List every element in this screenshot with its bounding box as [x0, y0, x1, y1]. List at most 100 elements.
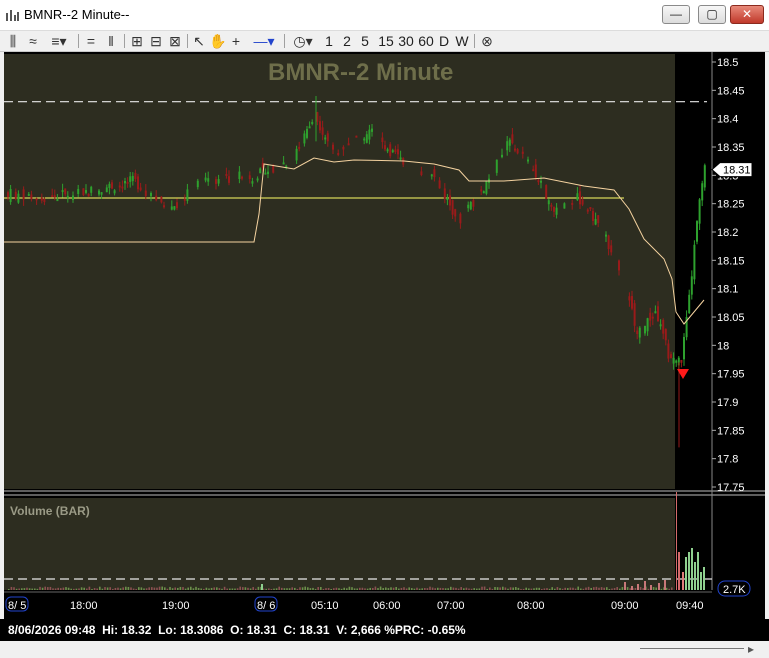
drawing-tools-icon[interactable]: ≡▾: [46, 32, 72, 50]
zoom-fit-icon[interactable]: ⊠: [167, 32, 183, 50]
volume-bar: [294, 587, 296, 590]
candle-body: [667, 343, 670, 359]
horizontal-line-icon[interactable]: =: [84, 32, 98, 50]
candle-body: [550, 204, 553, 207]
bar-style-icon[interactable]: ⫼: [6, 32, 20, 50]
volume-bar: [197, 588, 200, 590]
volume-bar: [151, 587, 153, 590]
candle-body: [589, 207, 592, 210]
volume-bar: [619, 588, 621, 590]
candle-body: [594, 218, 597, 225]
pointer-icon[interactable]: ↖: [192, 32, 206, 50]
volume-bar: [75, 588, 78, 590]
volume-bar: [145, 588, 148, 590]
volume-bar: [703, 567, 705, 590]
price-tick-label: 18.35: [717, 142, 745, 154]
close-button[interactable]: ✕: [730, 5, 764, 24]
candle-body: [631, 296, 633, 309]
volume-bar: [554, 588, 556, 590]
horizontal-scrollbar[interactable]: ▸: [0, 641, 769, 658]
candle-body: [319, 121, 321, 131]
volume-bar: [208, 588, 210, 590]
candle-body: [389, 144, 392, 157]
crosshair-icon[interactable]: +: [229, 32, 243, 50]
volume-bar: [688, 552, 690, 590]
period-30-button[interactable]: 30: [397, 32, 415, 50]
period-weekly-button[interactable]: W: [455, 32, 469, 50]
zoom-out-icon[interactable]: ⊟: [148, 32, 164, 50]
candle-body: [98, 190, 100, 195]
period-daily-button[interactable]: D: [437, 32, 451, 50]
vertical-line-icon[interactable]: ‖: [104, 32, 118, 50]
maximize-button[interactable]: ▢: [698, 5, 726, 24]
price-tick-label: 17.9: [717, 397, 738, 409]
volume-bar: [593, 587, 595, 590]
candle-body: [259, 168, 262, 174]
candle-body: [228, 176, 230, 183]
period-1-button[interactable]: 1: [323, 32, 335, 50]
candle-body: [77, 188, 80, 195]
volume-bar: [296, 588, 299, 590]
price-tick-label: 17.8: [717, 454, 738, 466]
bar-chart-icon: [6, 10, 19, 21]
chart-title: BMNR--2 Minute: [268, 59, 453, 86]
volume-bar: [452, 587, 455, 590]
volume-bar: [416, 587, 418, 590]
zoom-in-icon[interactable]: ⊞: [129, 32, 145, 50]
cancel-icon[interactable]: ⊗: [479, 32, 495, 50]
volume-bar: [244, 587, 247, 590]
volume-bar: [265, 588, 267, 590]
volume-bar: [26, 587, 28, 590]
volume-bar: [658, 583, 660, 590]
scroll-right-icon[interactable]: ▸: [748, 642, 754, 656]
volume-bar: [671, 587, 673, 590]
candle-body: [124, 181, 126, 184]
candle-body: [670, 354, 672, 359]
price-tick-label: 18.05: [717, 312, 745, 324]
volume-bar: [517, 587, 520, 590]
volume-bar: [174, 587, 176, 590]
candle-body: [186, 189, 189, 201]
candle-body: [501, 154, 503, 158]
minimize-button[interactable]: —: [662, 5, 690, 24]
volume-bar: [179, 586, 182, 590]
volume-bar: [590, 587, 592, 590]
period-2-button[interactable]: 2: [341, 32, 353, 50]
price-tick-label: 18.2: [717, 227, 738, 239]
candle-body: [534, 164, 537, 178]
clock-icon[interactable]: ◷▾: [290, 32, 316, 50]
volume-bar: [28, 588, 31, 590]
candle-body: [108, 183, 111, 188]
price-tick-label: 18.45: [717, 85, 745, 97]
period-5-button[interactable]: 5: [359, 32, 371, 50]
line-style-icon[interactable]: ≈: [25, 32, 41, 50]
period-60-button[interactable]: 60: [417, 32, 435, 50]
candle-body: [111, 182, 113, 189]
candle-body: [82, 188, 85, 196]
volume-bar: [548, 588, 551, 590]
volume-bar: [595, 586, 598, 590]
volume-bar: [249, 588, 252, 590]
period-15-button[interactable]: 15: [377, 32, 395, 50]
volume-bar: [577, 586, 579, 590]
price-chart-svg[interactable]: BMNR--2 Minute18.518.4518.418.3518.318.2…: [4, 52, 765, 619]
volume-bar: [340, 588, 343, 590]
volume-bar: [54, 588, 57, 590]
pan-hand-icon[interactable]: ✋: [209, 32, 226, 50]
candle-body: [87, 193, 90, 197]
candle-body: [368, 129, 371, 140]
candle-body: [170, 206, 173, 210]
volume-bar: [580, 588, 582, 590]
volume-bar: [88, 586, 91, 590]
candle-body: [633, 303, 636, 326]
volume-bar: [457, 588, 460, 590]
volume-bar: [86, 588, 88, 590]
line-color-icon[interactable]: —▾: [251, 32, 277, 50]
volume-bar: [608, 588, 611, 590]
volume-bar: [551, 587, 553, 590]
chart-area[interactable]: BMNR--2 Minute18.518.4518.418.3518.318.2…: [4, 52, 765, 619]
scroll-track[interactable]: [640, 648, 744, 649]
volume-bar: [312, 587, 314, 590]
volume-bar: [528, 588, 530, 590]
volume-bar: [257, 586, 260, 590]
